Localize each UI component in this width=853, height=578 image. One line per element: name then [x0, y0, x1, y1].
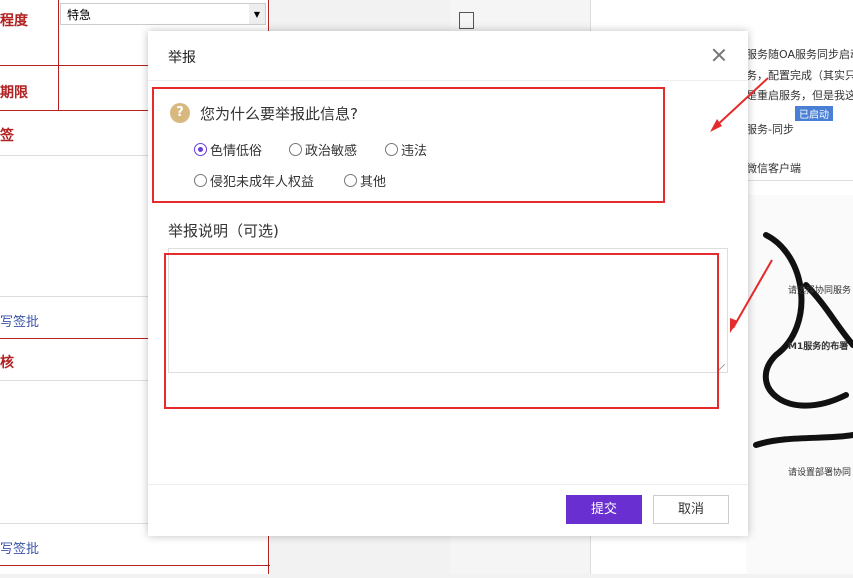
- divider: [148, 484, 748, 485]
- form-label-review: 核: [0, 355, 14, 371]
- doc-caption: M1服务的布署: [788, 342, 849, 352]
- doc-line: 服务随OA服务同步启动: [746, 48, 853, 61]
- doc-caption: 请设置部署协同: [788, 468, 852, 478]
- divider: [148, 80, 748, 81]
- form-label-sign: 签: [0, 128, 14, 144]
- close-icon[interactable]: [708, 45, 730, 67]
- doc-caption: 请选择协同服务: [788, 286, 852, 296]
- sign-link-2[interactable]: 写签批: [0, 538, 39, 557]
- form-label-deadline: 期限: [0, 85, 28, 101]
- document-icon[interactable]: [459, 12, 474, 29]
- urgency-select[interactable]: 特急 ▼: [60, 3, 266, 25]
- submit-button[interactable]: 提交: [566, 495, 642, 524]
- dialog-title: 举报: [168, 50, 196, 66]
- annotation-box-reasons: [152, 87, 665, 203]
- sign-link-1[interactable]: 写签批: [0, 311, 39, 330]
- annotation-arrows: [710, 77, 773, 333]
- form-label-level: 程度: [0, 13, 28, 29]
- chevron-down-icon: ▼: [249, 4, 265, 24]
- urgency-value: 特急: [67, 8, 92, 22]
- resize-handle-icon[interactable]: [718, 363, 726, 371]
- cancel-button[interactable]: 取消: [653, 495, 729, 524]
- description-label: 举报说明（可选): [168, 222, 279, 240]
- status-badge: 已启动: [795, 106, 833, 121]
- annotation-box-description: [164, 253, 719, 409]
